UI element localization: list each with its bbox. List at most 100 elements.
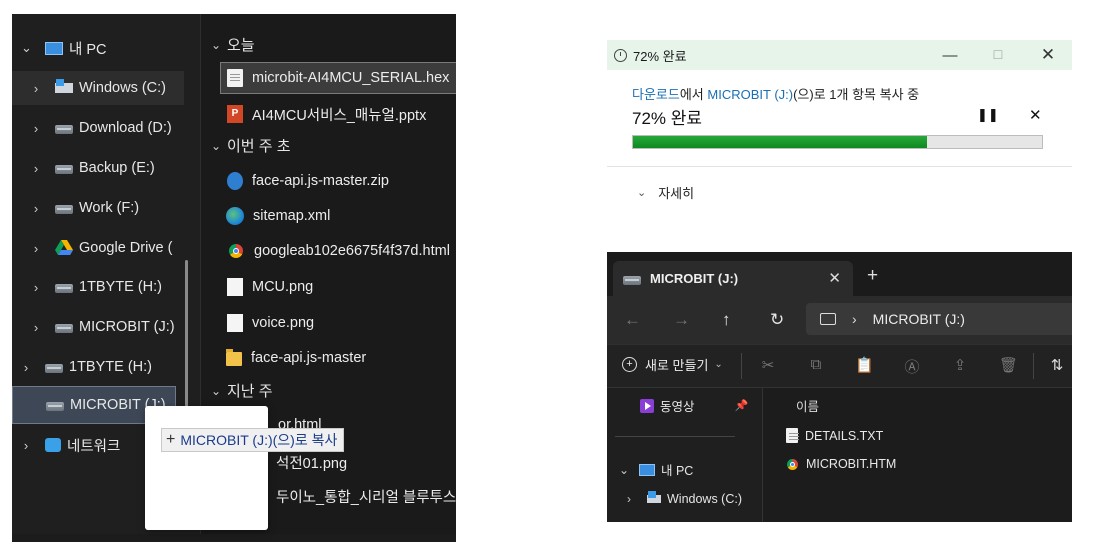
address-path[interactable]: › MICROBIT (J:) (806, 303, 1072, 335)
drive-icon (55, 284, 73, 293)
details-label: 자세히 (658, 186, 695, 201)
file-row[interactable]: face-api.js-master (226, 343, 366, 373)
maximize-button[interactable]: ☐ (975, 40, 1021, 70)
command-bar: + 새로 만들기 ⌄ ✂ ⧉ 📋 Ⓐ ⇪ 🗑 ⇅ (607, 344, 1072, 388)
nav-item-windows-c[interactable]: › Windows (C:) (627, 491, 742, 506)
nav-item-label: 네트워크 (67, 438, 121, 455)
chevron-right-icon[interactable]: › (21, 360, 31, 375)
progress-bar (632, 135, 1043, 149)
file-row[interactable]: DETAILS.TXT (786, 428, 883, 443)
chevron-right-icon[interactable]: › (31, 161, 41, 176)
group-header-this-week[interactable]: ⌄ 이번 주 초 (211, 135, 291, 156)
file-row[interactable]: MCU.png (227, 272, 313, 302)
divider (1033, 353, 1034, 379)
close-button[interactable]: ✕ (1025, 40, 1071, 70)
destination-link[interactable]: MICROBIT (J:) (707, 87, 793, 102)
file-row[interactable]: sitemap.xml (226, 201, 330, 231)
new-tab-button[interactable]: + (867, 265, 878, 287)
file-row[interactable]: googleab102e6675f4f37d.html (227, 236, 450, 266)
nav-item-1tbyte-h[interactable]: › 1TBYTE (H:) (12, 270, 162, 304)
chevron-down-icon[interactable]: ⌄ (619, 463, 639, 477)
sort-icon[interactable]: ⇅ (1048, 356, 1066, 374)
chevron-down-icon[interactable]: ⌄ (21, 40, 32, 56)
cancel-button[interactable]: ✕ (1029, 106, 1042, 124)
file-row[interactable]: P AI4MCU서비스_매뉴얼.pptx (227, 99, 426, 129)
up-button[interactable]: ↑ (722, 310, 731, 330)
drag-tooltip-label: MICROBIT (J:)(으)로 복사 (180, 432, 338, 448)
column-header-name[interactable]: 이름 (796, 396, 819, 415)
pin-icon[interactable]: 📌 (735, 399, 749, 412)
chevron-right-icon[interactable]: › (627, 492, 647, 506)
zip-icon (227, 172, 243, 190)
delete-icon[interactable]: 🗑 (999, 356, 1018, 374)
nav-item-label: 동영상 (660, 400, 695, 414)
new-button[interactable]: + 새로 만들기 ⌄ (622, 355, 723, 374)
chevron-right-icon[interactable]: › (31, 81, 41, 96)
file-name: MCU.png (252, 279, 314, 295)
file-name: googleab102e6675f4f37d.html (254, 243, 450, 259)
close-icon[interactable]: ✕ (828, 269, 841, 287)
cut-icon[interactable]: ✂ (759, 356, 777, 374)
nav-item-label: Download (D:) (79, 120, 172, 136)
nav-item-videos[interactable]: 동영상 📌 (640, 396, 748, 415)
back-button[interactable]: ← (624, 310, 641, 330)
nav-item-label: Google Drive ( (79, 240, 173, 256)
minimize-button[interactable]: — (927, 40, 973, 70)
file-name-partial[interactable]: 석전01.png (276, 452, 347, 473)
progress-fill (633, 136, 927, 148)
details-toggle[interactable]: ⌄ 자세히 (637, 183, 694, 202)
group-header-today[interactable]: ⌄ 오늘 (211, 34, 255, 55)
chevron-right-icon[interactable]: › (31, 121, 41, 136)
file-row[interactable]: voice.png (227, 308, 314, 338)
drive-icon (46, 402, 64, 411)
monitor-icon (820, 313, 836, 325)
paste-icon[interactable]: 📋 (855, 356, 874, 374)
nav-item-windows-c[interactable]: › Windows (C:) (12, 71, 184, 105)
file-name: sitemap.xml (253, 208, 331, 224)
drive-icon (55, 205, 73, 214)
group-label: 오늘 (227, 37, 255, 54)
dialog-titlebar[interactable]: 72% 완료 — ☐ ✕ (607, 40, 1072, 70)
refresh-button[interactable]: ↻ (770, 310, 784, 330)
file-name: MICROBIT.HTM (806, 457, 897, 471)
image-icon (227, 278, 243, 296)
powerpoint-icon: P (227, 105, 243, 123)
chevron-right-icon[interactable]: › (31, 280, 41, 295)
share-icon[interactable]: ⇪ (951, 356, 969, 374)
nav-item-1tbyte-h-root[interactable]: › 1TBYTE (H:) (12, 350, 152, 384)
file-name-partial[interactable]: 두이노_통합_시리얼 블루투스 (276, 486, 456, 507)
file-row[interactable]: microbit-AI4MCU_SERIAL.hex (220, 62, 456, 94)
percent-complete: 72% 완료 (632, 109, 703, 128)
file-row[interactable]: face-api.js-master.zip (227, 166, 389, 196)
tab-title: MICROBIT (J:) (650, 271, 739, 286)
chevron-right-icon[interactable]: › (21, 438, 31, 453)
chevron-right-icon[interactable]: › (31, 241, 41, 256)
nav-item-label: Work (F:) (79, 200, 140, 216)
file-row[interactable]: MICROBIT.HTM (786, 457, 896, 471)
clock-icon (614, 48, 627, 62)
folder-icon (226, 349, 242, 366)
nav-item-download-d[interactable]: › Download (D:) (12, 111, 172, 145)
pause-button[interactable]: ❚❚ (977, 107, 999, 123)
nav-item-backup-e[interactable]: › Backup (E:) (12, 151, 155, 185)
nav-scrollbar[interactable] (185, 260, 188, 428)
nav-item-work-f[interactable]: › Work (F:) (12, 191, 139, 225)
source-link[interactable]: 다운로드 (632, 87, 680, 102)
rename-icon[interactable]: Ⓐ (903, 356, 921, 376)
nav-item-label: 내 PC (661, 464, 694, 478)
tab-bar: MICROBIT (J:) ✕ + (607, 252, 1072, 296)
group-header-last-week[interactable]: ⌄ 지난 주 (211, 380, 273, 401)
chevron-right-icon[interactable]: › (31, 320, 41, 335)
copy-icon[interactable]: ⧉ (807, 356, 825, 374)
nav-item-this-pc[interactable]: ⌄ 내 PC (619, 460, 693, 479)
nav-item-network[interactable]: › 네트워크 (12, 428, 121, 462)
nav-item-microbit-j[interactable]: › MICROBIT (J:) (12, 310, 175, 344)
breadcrumb[interactable]: MICROBIT (J:) (873, 311, 965, 327)
tab-microbit[interactable]: MICROBIT (J:) ✕ (613, 261, 853, 296)
nav-item-this-pc[interactable]: ⌄ 내 PC (12, 31, 200, 65)
nav-item-google-drive[interactable]: › Google Drive ( (12, 231, 172, 265)
chevron-right-icon[interactable]: › (31, 201, 41, 216)
edge-icon (226, 207, 244, 225)
forward-button[interactable]: → (673, 310, 690, 330)
drag-preview (145, 406, 268, 530)
